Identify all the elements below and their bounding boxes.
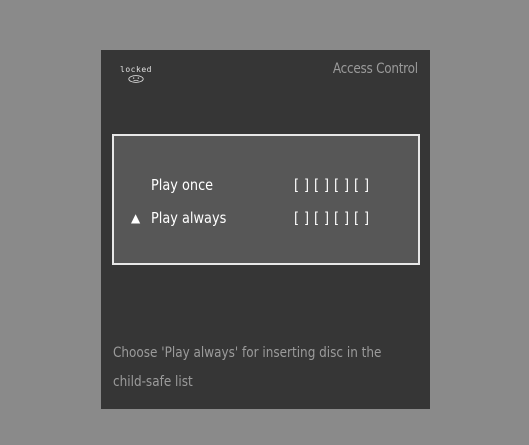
option-play-always-code-slots: [ ] [ ] [ ] [ ] [294,209,370,227]
selection-pointer-icon: ▲ [131,211,141,225]
lock-status-label: locked [120,65,152,74]
access-control-screen: locked Access Control Play once [ ] [ ] … [101,50,430,409]
help-hint-line-1: Choose 'Play always' for inserting disc … [113,345,382,361]
sad-face-lock-icon [128,75,144,83]
help-hint: Choose 'Play always' for inserting disc … [113,339,388,397]
option-play-always[interactable]: ▲ Play always [ ] [ ] [ ] [ ] [114,205,418,231]
option-play-once-code-slots: [ ] [ ] [ ] [ ] [294,176,370,194]
lock-status: locked [118,65,154,83]
page-title: Access Control [333,61,418,77]
option-play-once-label: Play once [151,176,214,194]
option-play-always-label: Play always [151,209,227,227]
help-hint-line-2: child-safe list [113,374,193,390]
play-mode-dialog: Play once [ ] [ ] [ ] [ ] ▲ Play always … [112,134,420,265]
option-play-once[interactable]: Play once [ ] [ ] [ ] [ ] [114,172,418,198]
